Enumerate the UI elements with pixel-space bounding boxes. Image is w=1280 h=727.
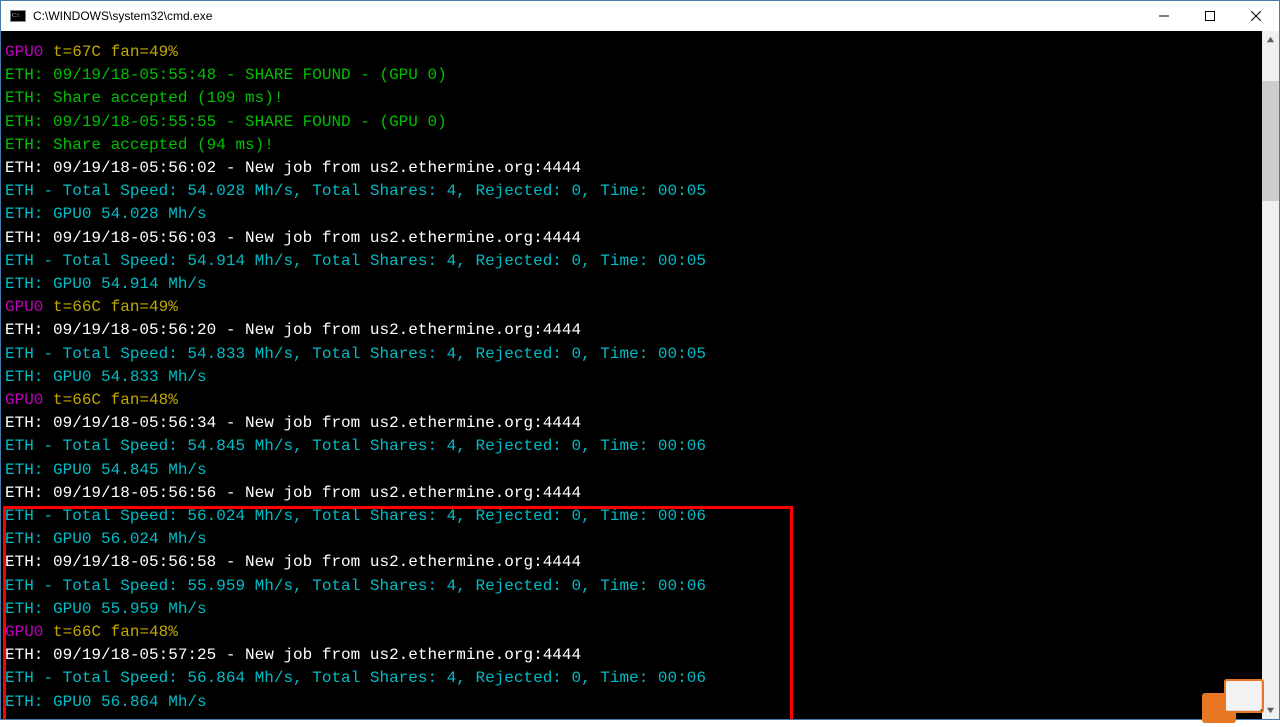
- console-line: GPU0 t=66C fan=48%: [5, 621, 1263, 644]
- console-line: ETH: 09/19/18-05:56:03 - New job from us…: [5, 227, 1263, 250]
- console-text: GPU0: [5, 43, 43, 61]
- close-button[interactable]: [1233, 1, 1279, 31]
- console-line: ETH: GPU0 56.864 Mh/s: [5, 691, 1263, 714]
- console-text: GPU0: [5, 298, 43, 316]
- watermark-logo-icon: [1202, 679, 1260, 723]
- scroll-up-button[interactable]: [1262, 31, 1279, 48]
- console-text: GPU0: [5, 391, 43, 409]
- console-line: ETH - Total Speed: 55.959 Mh/s, Total Sh…: [5, 575, 1263, 598]
- scroll-down-button[interactable]: [1262, 702, 1279, 719]
- console-text: ETH: 09/19/18-05:56:58 - New job from us…: [5, 553, 581, 571]
- console-line: GPU0 t=67C fan=49%: [5, 41, 1263, 64]
- console-text: t=67C fan=49%: [43, 43, 177, 61]
- console-line: ETH - Total Speed: 54.914 Mh/s, Total Sh…: [5, 250, 1263, 273]
- console-text: t=66C fan=48%: [43, 391, 177, 409]
- svg-text:C:\: C:\: [12, 13, 20, 19]
- console-line: ETH: 09/19/18-05:55:55 - SHARE FOUND - (…: [5, 111, 1263, 134]
- console-text: ETH - Total Speed: 54.845 Mh/s, Total Sh…: [5, 437, 706, 455]
- console-line: ETH: 09/19/18-05:56:56 - New job from us…: [5, 482, 1263, 505]
- console-output: GPU0 t=67C fan=49% ETH: 09/19/18-05:55:48…: [1, 31, 1263, 719]
- console-text: ETH - Total Speed: 56.024 Mh/s, Total Sh…: [5, 507, 706, 525]
- console-text: ETH: 09/19/18-05:56:20 - New job from us…: [5, 321, 581, 339]
- console-text: ETH: 09/19/18-05:55:55 - SHARE FOUND - (…: [5, 113, 447, 131]
- console-line: ETH - Total Speed: 54.845 Mh/s, Total Sh…: [5, 435, 1263, 458]
- console-line: ETH: 09/19/18-05:56:02 - New job from us…: [5, 157, 1263, 180]
- console-line: GPU0 t=66C fan=48%: [5, 389, 1263, 412]
- console-text: ETH: GPU0 54.028 Mh/s: [5, 205, 207, 223]
- client-area: GPU0 t=67C fan=49% ETH: 09/19/18-05:55:48…: [1, 31, 1279, 719]
- console-line: ETH - Total Speed: 56.024 Mh/s, Total Sh…: [5, 505, 1263, 528]
- minimize-button[interactable]: [1141, 1, 1187, 31]
- cmd-window: C:\ C:\WINDOWS\system32\cmd.exe GPU0 t=6…: [0, 0, 1280, 720]
- console-line: ETH: GPU0 54.028 Mh/s: [5, 203, 1263, 226]
- console-text: ETH: Share accepted (109 ms)!: [5, 89, 283, 107]
- console-line: ETH: 09/19/18-05:56:20 - New job from us…: [5, 319, 1263, 342]
- console-text: ETH: GPU0 54.833 Mh/s: [5, 368, 207, 386]
- console-text: ETH - Total Speed: 56.864 Mh/s, Total Sh…: [5, 669, 706, 687]
- console-text: ETH: GPU0 56.864 Mh/s: [5, 693, 207, 711]
- vertical-scrollbar[interactable]: [1262, 31, 1279, 719]
- console-line: ETH: 09/19/18-05:56:34 - New job from us…: [5, 412, 1263, 435]
- console-line: ETH: Share accepted (109 ms)!: [5, 87, 1263, 110]
- console-line: ETH: 09/19/18-05:56:58 - New job from us…: [5, 551, 1263, 574]
- console-text: ETH: Share accepted (94 ms)!: [5, 136, 274, 154]
- cmd-icon: C:\: [9, 7, 27, 25]
- console-text: t=66C fan=48%: [43, 623, 177, 641]
- console-text: ETH - Total Speed: 54.914 Mh/s, Total Sh…: [5, 252, 706, 270]
- console-line: ETH - Total Speed: 54.833 Mh/s, Total Sh…: [5, 343, 1263, 366]
- console-text: ETH - Total Speed: 55.959 Mh/s, Total Sh…: [5, 577, 706, 595]
- console-text: ETH: 09/19/18-05:55:48 - SHARE FOUND - (…: [5, 66, 447, 84]
- console-text: ETH: 09/19/18-05:56:56 - New job from us…: [5, 484, 581, 502]
- console-text: ETH - Total Speed: 54.028 Mh/s, Total Sh…: [5, 182, 706, 200]
- console-text: ETH: 09/19/18-05:56:34 - New job from us…: [5, 414, 581, 432]
- console-line: ETH: Share accepted (94 ms)!: [5, 134, 1263, 157]
- console-line: ETH: 09/19/18-05:55:48 - SHARE FOUND - (…: [5, 64, 1263, 87]
- console-text: ETH: 09/19/18-05:56:03 - New job from us…: [5, 229, 581, 247]
- console-line: ETH: 09/19/18-05:57:25 - New job from us…: [5, 644, 1263, 667]
- titlebar[interactable]: C:\ C:\WINDOWS\system32\cmd.exe: [1, 1, 1279, 31]
- console-text: GPU0: [5, 623, 43, 641]
- console-line: ETH: GPU0 55.959 Mh/s: [5, 598, 1263, 621]
- console-text: ETH: GPU0 56.024 Mh/s: [5, 530, 207, 548]
- console-text: ETH: GPU0 55.959 Mh/s: [5, 600, 207, 618]
- window-title: C:\WINDOWS\system32\cmd.exe: [33, 9, 212, 23]
- console-line: ETH - Total Speed: 56.864 Mh/s, Total Sh…: [5, 667, 1263, 690]
- console-text: ETH: 09/19/18-05:56:02 - New job from us…: [5, 159, 581, 177]
- console-text: ETH: GPU0 54.914 Mh/s: [5, 275, 207, 293]
- console-line: ETH: GPU0 54.845 Mh/s: [5, 459, 1263, 482]
- console-line: GPU0 t=66C fan=49%: [5, 296, 1263, 319]
- console-text: ETH: 09/19/18-05:57:25 - New job from us…: [5, 646, 581, 664]
- console-text: ETH - Total Speed: 54.833 Mh/s, Total Sh…: [5, 345, 706, 363]
- console-line: ETH: GPU0 54.914 Mh/s: [5, 273, 1263, 296]
- console-line: ETH: GPU0 54.833 Mh/s: [5, 366, 1263, 389]
- console-line: ETH: GPU0 56.024 Mh/s: [5, 528, 1263, 551]
- console-line: ETH - Total Speed: 54.028 Mh/s, Total Sh…: [5, 180, 1263, 203]
- console-text: t=66C fan=49%: [43, 298, 177, 316]
- scrollbar-thumb[interactable]: [1262, 81, 1279, 201]
- maximize-button[interactable]: [1187, 1, 1233, 31]
- console-text: ETH: GPU0 54.845 Mh/s: [5, 461, 207, 479]
